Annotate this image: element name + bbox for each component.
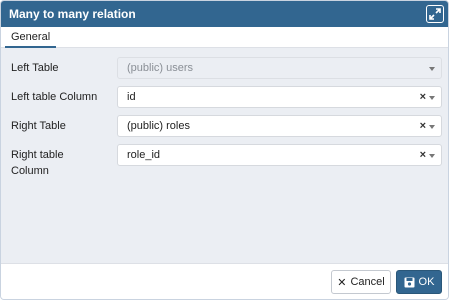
- right-column-label-line2: Column: [11, 165, 49, 177]
- tab-bar: General: [1, 27, 448, 48]
- cancel-button[interactable]: ✕ Cancel: [331, 270, 391, 294]
- right-table-value: (public) roles: [127, 120, 190, 132]
- chevron-down-icon[interactable]: [429, 125, 435, 129]
- clear-icon[interactable]: ×: [420, 91, 426, 103]
- left-table-select: (public) users: [117, 57, 442, 79]
- chevron-down-icon: [429, 67, 435, 71]
- left-table-value: (public) users: [127, 62, 194, 74]
- clear-icon[interactable]: ×: [420, 120, 426, 132]
- right-column-select[interactable]: role_id ×: [117, 144, 442, 166]
- left-table-label: Left Table: [11, 62, 59, 74]
- dialog-footer: ✕ Cancel OK: [1, 263, 448, 299]
- left-column-select[interactable]: id ×: [117, 86, 442, 108]
- chevron-down-icon[interactable]: [429, 154, 435, 158]
- left-column-label: Left table Column: [11, 91, 98, 103]
- dialog-title: Many to many relation: [9, 7, 136, 21]
- ok-button[interactable]: OK: [396, 270, 442, 294]
- expand-icon: [429, 8, 441, 20]
- right-table-select[interactable]: (public) roles ×: [117, 115, 442, 137]
- right-column-label-line1: Right table: [11, 149, 64, 161]
- save-icon: [404, 277, 415, 287]
- clear-icon[interactable]: ×: [420, 149, 426, 161]
- expand-button[interactable]: [426, 5, 444, 23]
- dialog-titlebar[interactable]: Many to many relation: [1, 1, 448, 27]
- chevron-down-icon[interactable]: [429, 96, 435, 100]
- ok-label: OK: [418, 276, 435, 288]
- cancel-label: Cancel: [350, 276, 385, 288]
- close-icon: ✕: [337, 276, 347, 289]
- right-table-label: Right Table: [11, 120, 66, 132]
- left-column-value: id: [127, 91, 136, 103]
- many-to-many-dialog: Many to many relation General Left Table…: [0, 0, 449, 300]
- tab-general[interactable]: General: [5, 27, 57, 48]
- right-column-value: role_id: [127, 149, 161, 161]
- dialog-content: Left Table (public) users Left table Col…: [1, 49, 448, 263]
